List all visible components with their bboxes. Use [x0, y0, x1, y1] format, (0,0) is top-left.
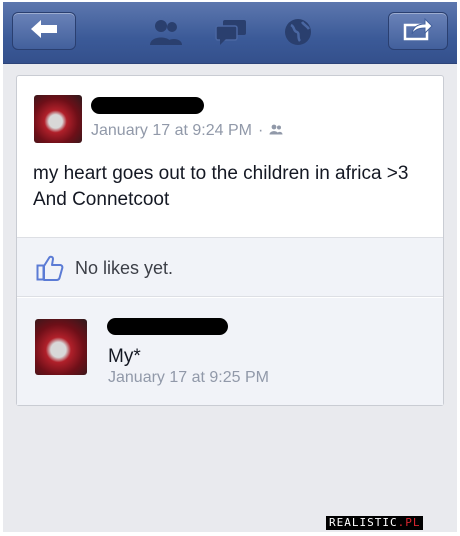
- comment: My* January 17 at 9:25 PM: [17, 298, 443, 405]
- thumbs-up-icon: [36, 255, 64, 286]
- post: January 17 at 9:24 PM · my heart goes ou…: [17, 76, 443, 236]
- likes-row[interactable]: No likes yet.: [17, 237, 443, 297]
- comment-timestamp: January 17 at 9:25 PM: [108, 369, 269, 386]
- watermark-text-accent: .PL: [397, 516, 421, 529]
- likes-label: No likes yet.: [75, 258, 174, 278]
- app-screen: January 17 at 9:24 PM · my heart goes ou…: [3, 2, 457, 532]
- watermark-text-main: REALISTIC: [329, 516, 398, 529]
- watermark-logo: REALISTIC.PL: [326, 516, 424, 530]
- post-timestamp[interactable]: January 17 at 9:24 PM: [91, 122, 252, 140]
- post-text: my heart goes out to the children in afr…: [33, 163, 409, 210]
- messages-icon[interactable]: [213, 16, 249, 48]
- redacted-author-name: [91, 97, 204, 114]
- post-card: January 17 at 9:24 PM · my heart goes ou…: [16, 75, 444, 406]
- notifications-globe-icon[interactable]: [280, 16, 316, 48]
- back-arrow-icon: [29, 19, 59, 44]
- meta-separator: ·: [257, 122, 264, 139]
- top-nav-bar: [3, 2, 457, 64]
- friends-icon[interactable]: [148, 16, 184, 48]
- commenter-avatar[interactable]: [35, 319, 87, 375]
- back-button[interactable]: [12, 12, 76, 50]
- friends-audience-icon: [269, 122, 283, 140]
- author-avatar[interactable]: [34, 95, 82, 143]
- redacted-commenter-name: [107, 318, 228, 335]
- comment-text: My*: [108, 346, 141, 367]
- share-icon: [403, 17, 433, 46]
- share-button[interactable]: [388, 12, 448, 50]
- post-meta: January 17 at 9:24 PM ·: [91, 122, 283, 140]
